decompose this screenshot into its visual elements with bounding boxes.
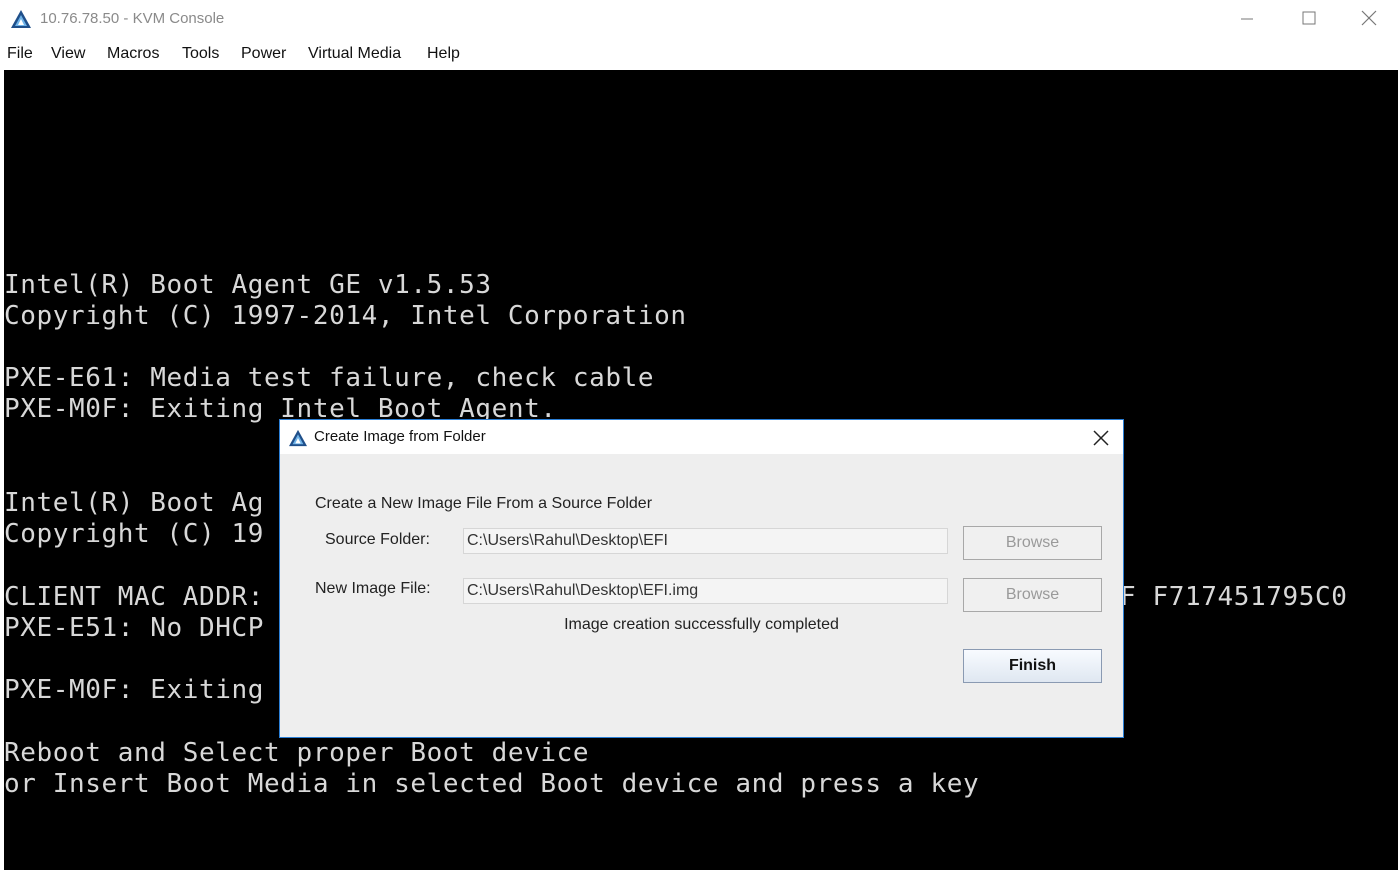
console-line: Copyright (C) 1997-2014, Intel Corporati… xyxy=(4,301,687,331)
browse-image-button[interactable]: Browse xyxy=(963,578,1102,612)
console-line: PXE-E51: No DHCP xyxy=(4,613,265,643)
menu-tools[interactable]: Tools xyxy=(182,45,219,63)
status-message: Image creation successfully completed xyxy=(564,616,839,633)
source-folder-input[interactable] xyxy=(463,528,948,554)
console-line: Intel(R) Boot Ag xyxy=(4,488,265,518)
close-icon xyxy=(1361,10,1377,26)
console-line: Intel(R) Boot Agent GE v1.5.53 xyxy=(4,270,492,300)
dialog-close-button[interactable] xyxy=(1086,424,1116,452)
minimize-button[interactable] xyxy=(1218,0,1276,36)
console-line: or Insert Boot Media in selected Boot de… xyxy=(4,769,980,799)
new-image-file-input[interactable] xyxy=(463,578,948,604)
kvm-triangle-icon xyxy=(11,10,31,28)
create-image-dialog: Create Image from Folder Create a New Im… xyxy=(279,419,1124,738)
menu-help[interactable]: Help xyxy=(427,45,460,63)
menu-power[interactable]: Power xyxy=(241,45,286,63)
console-line: Copyright (C) 19 xyxy=(4,519,265,549)
source-folder-label: Source Folder: xyxy=(325,531,430,548)
console-line: PXE-E61: Media test failure, check cable xyxy=(4,363,655,393)
browse-source-button[interactable]: Browse xyxy=(963,526,1102,560)
new-image-file-label: New Image File: xyxy=(315,580,431,597)
menu-bar: File View Macros Tools Power Virtual Med… xyxy=(0,38,1398,70)
menu-view[interactable]: View xyxy=(51,45,85,63)
dialog-heading: Create a New Image File From a Source Fo… xyxy=(315,495,653,512)
maximize-button[interactable] xyxy=(1280,0,1338,36)
dialog-title: Create Image from Folder xyxy=(314,428,486,445)
menu-virtual-media[interactable]: Virtual Media xyxy=(308,45,401,63)
close-button[interactable] xyxy=(1340,0,1398,36)
kvm-triangle-icon xyxy=(289,429,307,447)
console-line: Reboot and Select proper Boot device xyxy=(4,738,590,768)
console-line: CLIENT MAC ADDR: xyxy=(4,582,265,612)
close-icon xyxy=(1093,430,1109,446)
minimize-icon xyxy=(1241,18,1253,20)
window-titlebar: 10.76.78.50 - KVM Console xyxy=(0,0,1398,38)
menu-file[interactable]: File xyxy=(7,45,33,63)
maximize-icon xyxy=(1302,11,1316,25)
console-line: PXE-M0F: Exiting xyxy=(4,675,265,705)
console-line: F F717451795C0 xyxy=(1120,582,1348,612)
window-title: 10.76.78.50 - KVM Console xyxy=(40,10,225,27)
dialog-titlebar: Create Image from Folder xyxy=(280,420,1123,454)
finish-button[interactable]: Finish xyxy=(963,649,1102,683)
menu-macros[interactable]: Macros xyxy=(107,45,159,63)
